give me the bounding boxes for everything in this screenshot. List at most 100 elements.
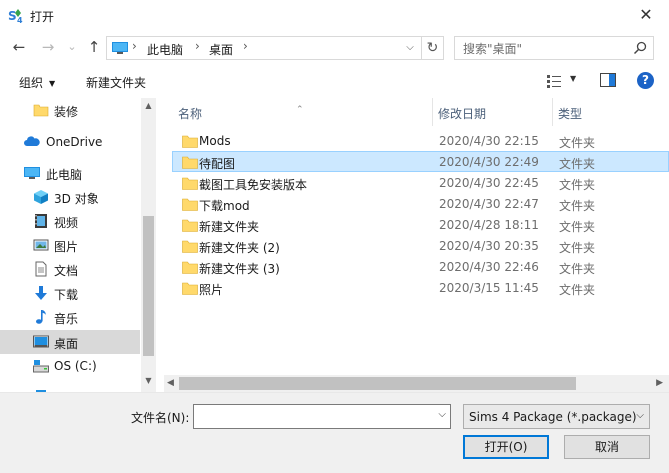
folder-icon [182,261,198,274]
up-button[interactable]: ↑ [84,37,104,57]
window-title: 打开 [30,10,55,24]
file-date: 2020/4/30 22:45 [439,176,539,190]
new-folder-label: 新建文件夹 [86,76,147,90]
column-header-date[interactable]: 修改日期 [432,98,552,126]
arrow-right-icon: → [41,38,55,56]
sidebar-item-pictures[interactable]: 图片 [0,233,140,257]
folder-icon [182,282,198,295]
pictures-icon [33,239,49,251]
view-options-icon[interactable] [546,73,562,89]
svg-text:4: 4 [17,16,23,23]
file-list-horizontal-scrollbar[interactable]: ◀ ▶ [164,375,669,392]
address-bar[interactable]: › 此电脑 › 桌面 › ⌵ [106,36,422,60]
file-date: 2020/4/30 22:46 [439,260,539,274]
file-row[interactable]: 截图工具免安装版本 2020/4/30 22:45 文件夹 [172,172,669,193]
sidebar-scrollbar[interactable]: ▲ ▼ [141,98,156,392]
file-row[interactable]: 新建文件夹 2020/4/28 18:11 文件夹 [172,214,669,235]
search-input[interactable] [463,41,633,56]
sidebar-item-label: 文档 [54,264,79,278]
sidebar-item-renovation[interactable]: 装修 [0,98,140,122]
file-type: 文件夹 [559,136,596,150]
sidebar-item-downloads[interactable]: 下载 [0,281,140,305]
file-type-filter-select[interactable]: Sims 4 Package (*.package) ⌵ [463,404,650,429]
close-button[interactable]: ✕ [635,5,657,25]
file-type: 文件夹 [559,262,596,276]
command-toolbar: 组织 ▼ 新建文件夹 ▼ ? [0,65,669,98]
sidebar-item-os-drive[interactable]: OS (C:) [0,354,140,378]
folder-icon [182,198,198,211]
column-header-name[interactable]: ⌃ 名称 [164,98,432,126]
documents-icon [35,261,47,277]
caret-down-icon[interactable]: ▼ [570,74,576,83]
preview-pane-icon[interactable] [600,73,616,87]
scrollbar-thumb[interactable] [179,377,576,390]
video-icon [35,214,47,228]
title-bar: S 4 打开 ✕ [0,0,669,31]
sidebar-item-documents[interactable]: 文档 [0,257,140,281]
sidebar-item-desktop[interactable]: 桌面 [0,330,140,354]
file-row[interactable]: 照片 2020/3/15 11:45 文件夹 [172,277,669,298]
file-list: ⌃ 名称 修改日期 类型 Mods 2020/4/30 22:15 文件夹 待配… [164,98,669,392]
desktop-icon [33,335,49,348]
scroll-up-icon[interactable]: ▲ [141,101,156,113]
file-date: 2020/4/30 20:35 [439,239,539,253]
sidebar-item-music[interactable]: 音乐 [0,305,140,329]
folder-icon [182,240,198,253]
chevron-down-icon[interactable]: ⌵ [438,409,446,420]
sidebar-item-label: 装修 [54,105,79,119]
file-date: 2020/4/30 22:47 [439,197,539,211]
scroll-down-icon[interactable]: ▼ [141,376,156,388]
file-name: 截图工具免安装版本 [199,178,308,192]
file-row[interactable]: Mods 2020/4/30 22:15 文件夹 [172,130,669,151]
column-header-type[interactable]: 类型 [552,98,669,126]
folder-icon [182,156,198,169]
file-type: 文件夹 [559,283,596,297]
filename-input[interactable] [198,409,426,424]
chevron-down-icon[interactable]: ⌵ [403,40,417,56]
file-type: 文件夹 [559,157,596,171]
organize-button[interactable]: 组织 ▼ [19,74,55,91]
sidebar-item-onedrive[interactable]: OneDrive [0,130,140,154]
sidebar-item-label: 音乐 [54,312,79,326]
breadcrumb-this-pc[interactable]: 此电脑 [147,41,183,58]
sidebar-item-3d-objects[interactable]: 3D 对象 [0,185,140,209]
file-type-filter-value: Sims 4 Package (*.package) [469,410,637,424]
file-row[interactable]: 下载mod 2020/4/30 22:47 文件夹 [172,193,669,214]
chevron-down-icon: ⌄ [67,40,77,53]
filename-label: 文件名(N): [131,411,190,425]
scroll-left-icon[interactable]: ◀ [167,378,174,388]
sidebar-item-label: OS (C:) [54,359,97,373]
recent-locations-button[interactable]: ⌄ [62,37,82,57]
sidebar-item-label: OneDrive [46,135,103,149]
back-button[interactable]: ← [9,37,29,57]
folder-icon [182,219,198,232]
chevron-right-icon: › [243,39,248,53]
file-row[interactable]: 新建文件夹 (2) 2020/4/30 20:35 文件夹 [172,235,669,256]
sidebar-item-this-pc[interactable]: 此电脑 [0,161,140,185]
cancel-button[interactable]: 取消 [564,435,650,459]
scrollbar-thumb[interactable] [143,216,154,356]
sidebar-item-label: 桌面 [54,337,79,351]
help-icon[interactable]: ? [637,72,654,89]
music-icon [36,310,46,324]
file-date: 2020/4/30 22:49 [439,155,539,169]
file-name: Mods [199,134,231,148]
refresh-button[interactable]: ↻ [422,36,444,60]
filename-combobox[interactable]: ⌵ [193,404,451,429]
file-type: 文件夹 [559,199,596,213]
sims-app-icon: S 4 [8,9,23,23]
sidebar-item-videos[interactable]: 视频 [0,209,140,233]
file-row[interactable]: 新建文件夹 (3) 2020/4/30 22:46 文件夹 [172,256,669,277]
forward-button[interactable]: → [38,37,58,57]
navigation-pane: 装修 OneDrive 此电脑 3D 对象 视频 图片 文档 下载 音乐 桌面 … [0,98,156,392]
file-date: 2020/3/15 11:45 [439,281,539,295]
breadcrumb-desktop[interactable]: 桌面 [209,41,233,58]
computer-icon [112,42,128,54]
scroll-right-icon[interactable]: ▶ [656,378,663,388]
new-folder-button[interactable]: 新建文件夹 [86,74,146,91]
search-box[interactable] [454,36,654,60]
open-button[interactable]: 打开(O) [463,435,549,459]
drive-icon [33,360,49,373]
file-row[interactable]: 待配图 2020/4/30 22:49 文件夹 [172,151,669,172]
3d-objects-icon [34,190,48,204]
